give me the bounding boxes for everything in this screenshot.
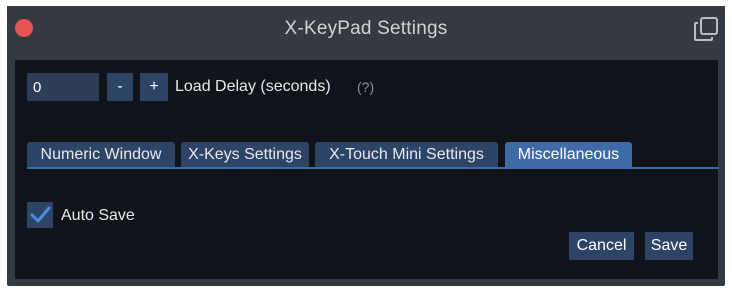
- load-delay-input[interactable]: [27, 73, 99, 101]
- tab-miscellaneous[interactable]: Miscellaneous: [505, 142, 632, 168]
- settings-window: X-KeyPad Settings - + Load Delay (second…: [7, 6, 725, 286]
- auto-save-label: Auto Save: [61, 207, 135, 224]
- tab-x-keys-settings[interactable]: X-Keys Settings: [181, 142, 309, 168]
- increase-delay-button[interactable]: +: [140, 73, 168, 101]
- checkmark-icon: [30, 206, 51, 223]
- save-button[interactable]: Save: [645, 232, 693, 260]
- help-link[interactable]: (?): [357, 79, 374, 95]
- cancel-button[interactable]: Cancel: [569, 232, 634, 260]
- window-title: X-KeyPad Settings: [284, 18, 448, 39]
- tab-x-touch-mini-settings[interactable]: X-Touch Mini Settings: [315, 142, 498, 168]
- settings-panel: - + Load Delay (seconds) (?) Numeric Win…: [15, 60, 719, 279]
- decrease-delay-button[interactable]: -: [107, 73, 133, 101]
- tab-numeric-window[interactable]: Numeric Window: [27, 142, 175, 168]
- tab-underline: [27, 167, 719, 169]
- popout-icon[interactable]: [693, 16, 719, 42]
- title-bar: X-KeyPad Settings: [7, 6, 725, 52]
- load-delay-label: Load Delay (seconds): [175, 78, 331, 95]
- auto-save-checkbox[interactable]: [27, 202, 53, 228]
